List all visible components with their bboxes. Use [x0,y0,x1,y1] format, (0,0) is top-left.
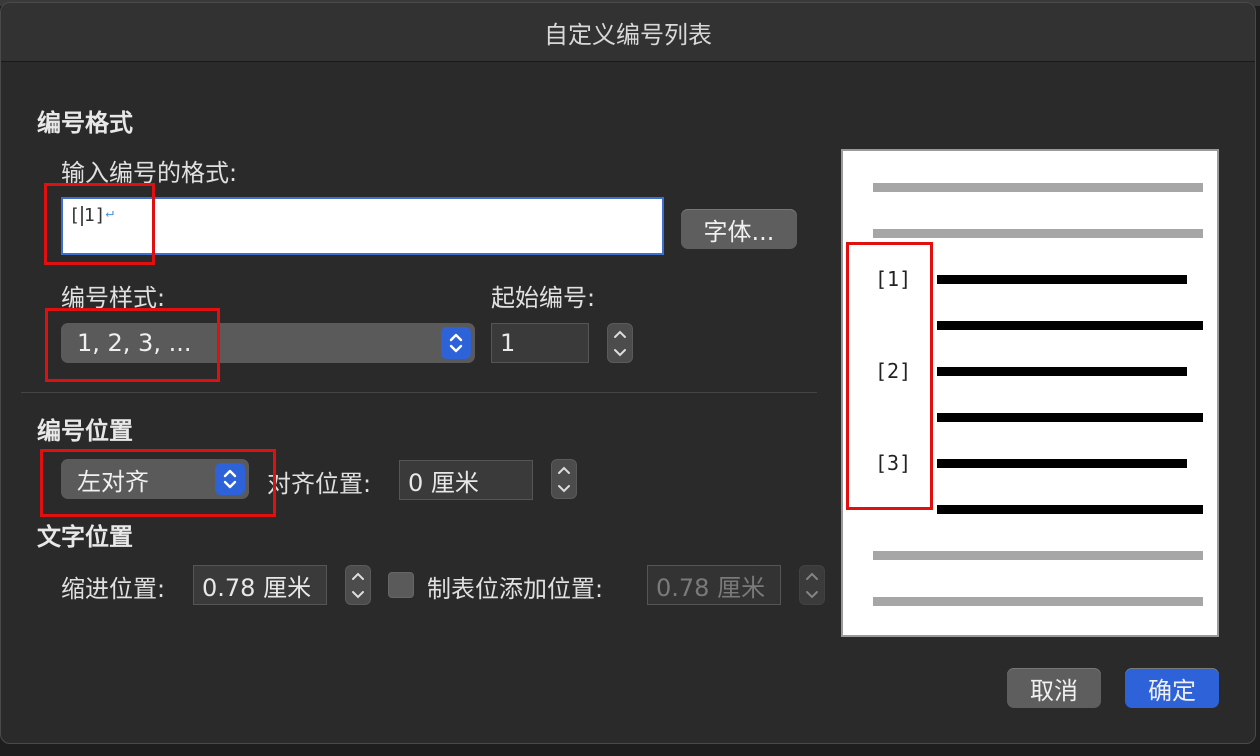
preview-text-line [937,459,1187,468]
align-at-stepper[interactable] [551,459,577,499]
tab-stop-input: 0.78 厘米 [647,565,781,605]
select-chevrons-icon [441,327,471,359]
indent-at-input[interactable]: 0.78 厘米 [193,565,327,605]
cancel-button[interactable]: 取消 [1007,668,1101,708]
start-at-label: 起始编号: [491,284,596,312]
stepper-down-icon[interactable] [613,348,627,358]
stepper-down-icon[interactable] [557,484,571,494]
preview-gray-line [873,183,1203,192]
preview-text-line [937,413,1203,422]
align-at-input[interactable]: 0 厘米 [399,460,533,500]
tab-stop-stepper [799,565,825,605]
add-tab-stop-label: 制表位添加位置: [427,575,604,603]
start-at-stepper[interactable] [607,323,633,363]
stepper-up-icon[interactable] [557,465,571,475]
preview-gray-line [873,597,1203,606]
stepper-up-icon [806,572,818,580]
align-at-label: 对齐位置: [267,470,372,498]
preview-text-line [937,321,1203,330]
number-position-heading: 编号位置 [37,417,133,445]
highlight-preview-markers [846,242,933,510]
preview-text-line [937,275,1187,284]
dialog-titlebar: 自定义编号列表 [1,3,1255,62]
stepper-up-icon[interactable] [351,571,365,581]
preview-text-line [937,505,1203,514]
highlight-alignment [40,449,276,517]
highlight-format-input [44,183,155,265]
preview-gray-line [873,229,1203,238]
indent-at-label: 缩进位置: [61,575,166,603]
section-divider [21,392,817,393]
ok-button[interactable]: 确定 [1125,668,1219,708]
font-button[interactable]: 字体... [681,209,797,249]
preview-gray-line [873,551,1203,560]
custom-numbered-list-dialog: 自定义编号列表 编号格式 输入编号的格式: [1]↵ 字体... 编号样式: 起… [0,2,1256,744]
stepper-down-icon[interactable] [351,590,365,600]
preview-text-line [937,367,1187,376]
dialog-title: 自定义编号列表 [544,20,712,49]
stepper-up-icon[interactable] [613,329,627,339]
highlight-number-style [45,308,220,382]
indent-at-stepper[interactable] [345,565,371,605]
add-tab-stop-checkbox[interactable] [388,572,414,598]
text-position-heading: 文字位置 [37,523,133,551]
start-at-input[interactable]: 1 [491,323,589,363]
stepper-down-icon [806,590,818,598]
number-format-heading: 编号格式 [37,109,133,137]
